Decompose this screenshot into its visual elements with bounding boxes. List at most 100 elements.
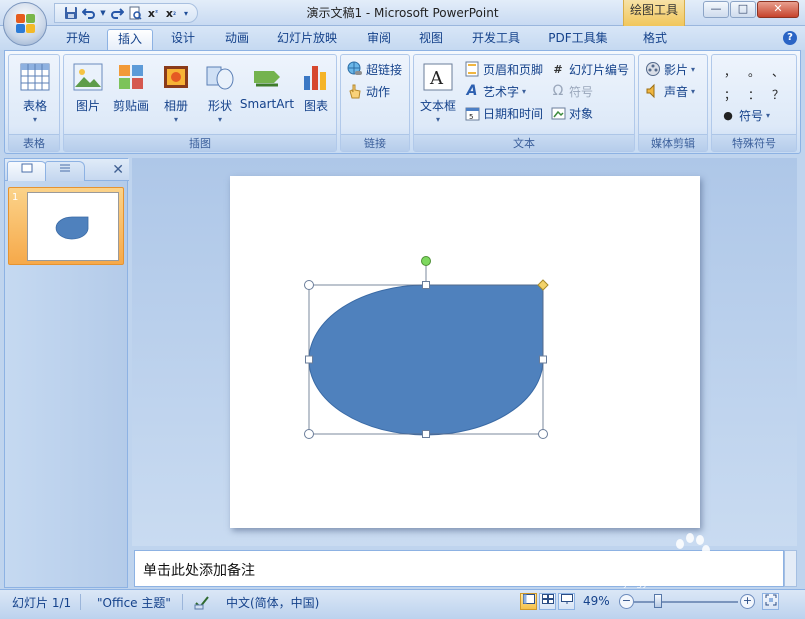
clipart-button[interactable]: 剪贴画 (110, 59, 152, 131)
calendar-icon: 5 (464, 105, 480, 121)
symbol-cell[interactable]: ； (718, 86, 742, 103)
resize-handle-right[interactable] (539, 355, 547, 364)
action-button[interactable]: 动作 (347, 81, 390, 101)
group-label-illustrations: 插图 (64, 134, 336, 151)
minimize-button[interactable]: — (703, 1, 729, 18)
slide-shape-layer (304, 256, 549, 439)
smartart-button[interactable]: SmartArt (238, 59, 296, 131)
slide-sorter-view-button[interactable] (539, 593, 556, 610)
tab-slides-thumbnails[interactable] (7, 161, 47, 181)
shapes-label: 形状 (207, 99, 232, 113)
resize-handle-left[interactable] (305, 355, 313, 364)
zoom-slider-thumb[interactable] (654, 594, 662, 608)
superscript-icon[interactable]: x² (145, 5, 161, 21)
group-label-table: 表格 (9, 134, 59, 151)
drawing-tools-context-label: 绘图工具 (623, 0, 685, 26)
redo-icon[interactable] (109, 5, 125, 21)
customize-qat-icon[interactable]: ▾ (181, 5, 191, 21)
tab-review[interactable]: 审阅 (356, 29, 402, 50)
status-separator (182, 594, 183, 610)
symbol-grid: ， 。 、 ； ： ？ (718, 63, 794, 103)
symbol-cell[interactable]: 。 (742, 63, 766, 80)
tab-outline[interactable] (45, 161, 85, 181)
close-button[interactable]: ✕ (757, 1, 799, 18)
table-label: 表格 (22, 99, 47, 113)
office-button[interactable] (3, 2, 47, 46)
spell-check-icon[interactable] (194, 594, 210, 613)
object-button[interactable]: 对象 (550, 103, 593, 123)
tab-slideshow[interactable]: 幻灯片放映 (268, 29, 346, 50)
datetime-button[interactable]: 5 日期和时间 (464, 103, 543, 123)
vertical-scrollbar[interactable] (784, 550, 797, 587)
tab-design[interactable]: 设计 (160, 29, 206, 50)
table-icon (19, 61, 51, 93)
zoom-out-button[interactable]: − (619, 594, 634, 609)
special-symbol-button[interactable]: ● 符号 ▾ (720, 105, 770, 125)
zoom-slider-track[interactable] (634, 601, 738, 603)
close-icon[interactable]: ✕ (112, 162, 124, 178)
group-links: 超链接 动作 链接 (340, 54, 410, 152)
dropdown-arrow-icon[interactable]: ▼ (99, 5, 107, 21)
movie-button[interactable]: 影片 ▾ (645, 59, 695, 79)
ribbon-tabs: 开始 插入 设计 动画 幻灯片放映 审阅 视图 开发工具 PDF工具集 格式 ? (0, 26, 805, 50)
normal-view-button[interactable] (520, 593, 537, 610)
bullet-icon: ● (723, 108, 733, 122)
zoom-level[interactable]: 49% (583, 594, 610, 608)
page-icon (464, 61, 480, 77)
shapes-button[interactable]: 形状 ▾ (198, 59, 242, 131)
omega-icon: Ω (552, 83, 564, 99)
symbol-cell[interactable]: 、 (766, 63, 790, 80)
maximize-button[interactable]: □ (730, 1, 756, 18)
slide-canvas[interactable] (230, 176, 700, 528)
header-footer-button[interactable]: 页眉和页脚 (464, 59, 543, 79)
textbox-button[interactable]: A 文本框 ▾ (416, 59, 460, 131)
tab-format[interactable]: 格式 (632, 29, 678, 50)
textbox-icon: A (422, 61, 454, 93)
slideshow-icon (560, 594, 573, 604)
symbol-cell[interactable]: ？ (766, 86, 790, 103)
slides-panel: ✕ 1 (4, 158, 129, 588)
datetime-label: 日期和时间 (483, 106, 544, 121)
resize-handle-top[interactable] (422, 281, 430, 289)
slide-number-button[interactable]: # 幻灯片编号 (550, 59, 629, 79)
undo-icon[interactable] (81, 5, 97, 21)
fit-to-window-button[interactable] (762, 593, 779, 610)
status-language[interactable]: 中文(简体，中国) (226, 594, 319, 611)
chart-button[interactable]: 图表 (294, 59, 338, 131)
print-preview-icon[interactable] (127, 5, 143, 21)
rotation-handle[interactable] (421, 256, 431, 266)
sound-button[interactable]: 声音 ▾ (645, 81, 695, 101)
teardrop-shape[interactable] (308, 284, 544, 436)
status-slide-info: 幻灯片 1/1 (12, 596, 72, 610)
tab-view[interactable]: 视图 (408, 29, 454, 50)
table-button[interactable]: 表格 ▾ (13, 59, 57, 131)
resize-handle-bottom-right[interactable] (538, 429, 548, 439)
help-icon[interactable]: ? (783, 31, 797, 45)
save-icon[interactable] (63, 5, 79, 21)
tab-insert[interactable]: 插入 (107, 29, 153, 50)
album-button[interactable]: 相册 ▾ (154, 59, 198, 131)
picture-button[interactable]: 图片 (66, 59, 110, 131)
zoom-in-button[interactable]: + (740, 594, 755, 609)
wordart-button[interactable]: A 艺术字 ▾ (464, 81, 526, 101)
resize-handle-top-left[interactable] (304, 280, 314, 290)
textbox-label: 文本框 (419, 99, 456, 113)
tab-pdf-tools[interactable]: PDF工具集 (540, 29, 616, 50)
chevron-down-icon: ▾ (522, 87, 527, 96)
tab-developer[interactable]: 开发工具 (463, 29, 529, 50)
symbol-cell[interactable]: ， (718, 63, 742, 80)
hyperlink-button[interactable]: 超链接 (347, 59, 402, 79)
symbol-button-disabled[interactable]: Ω 符号 (550, 81, 593, 101)
group-media: 影片 ▾ 声音 ▾ 媒体剪辑 (638, 54, 708, 152)
resize-handle-bottom-left[interactable] (304, 429, 314, 439)
subscript-icon[interactable]: x₂ (163, 5, 179, 21)
slide-thumbnail-selected[interactable]: 1 (8, 187, 124, 265)
resize-handle-bottom[interactable] (422, 430, 430, 438)
group-table: 表格 ▾ 表格 (8, 54, 60, 152)
symbol-cell[interactable]: ： (742, 86, 766, 103)
hyperlink-label: 超链接 (366, 62, 403, 77)
tab-animations[interactable]: 动画 (214, 29, 260, 50)
tab-home[interactable]: 开始 (56, 29, 100, 50)
notes-placeholder: 单击此处添加备注 (143, 563, 255, 579)
slideshow-view-button[interactable] (558, 593, 575, 610)
